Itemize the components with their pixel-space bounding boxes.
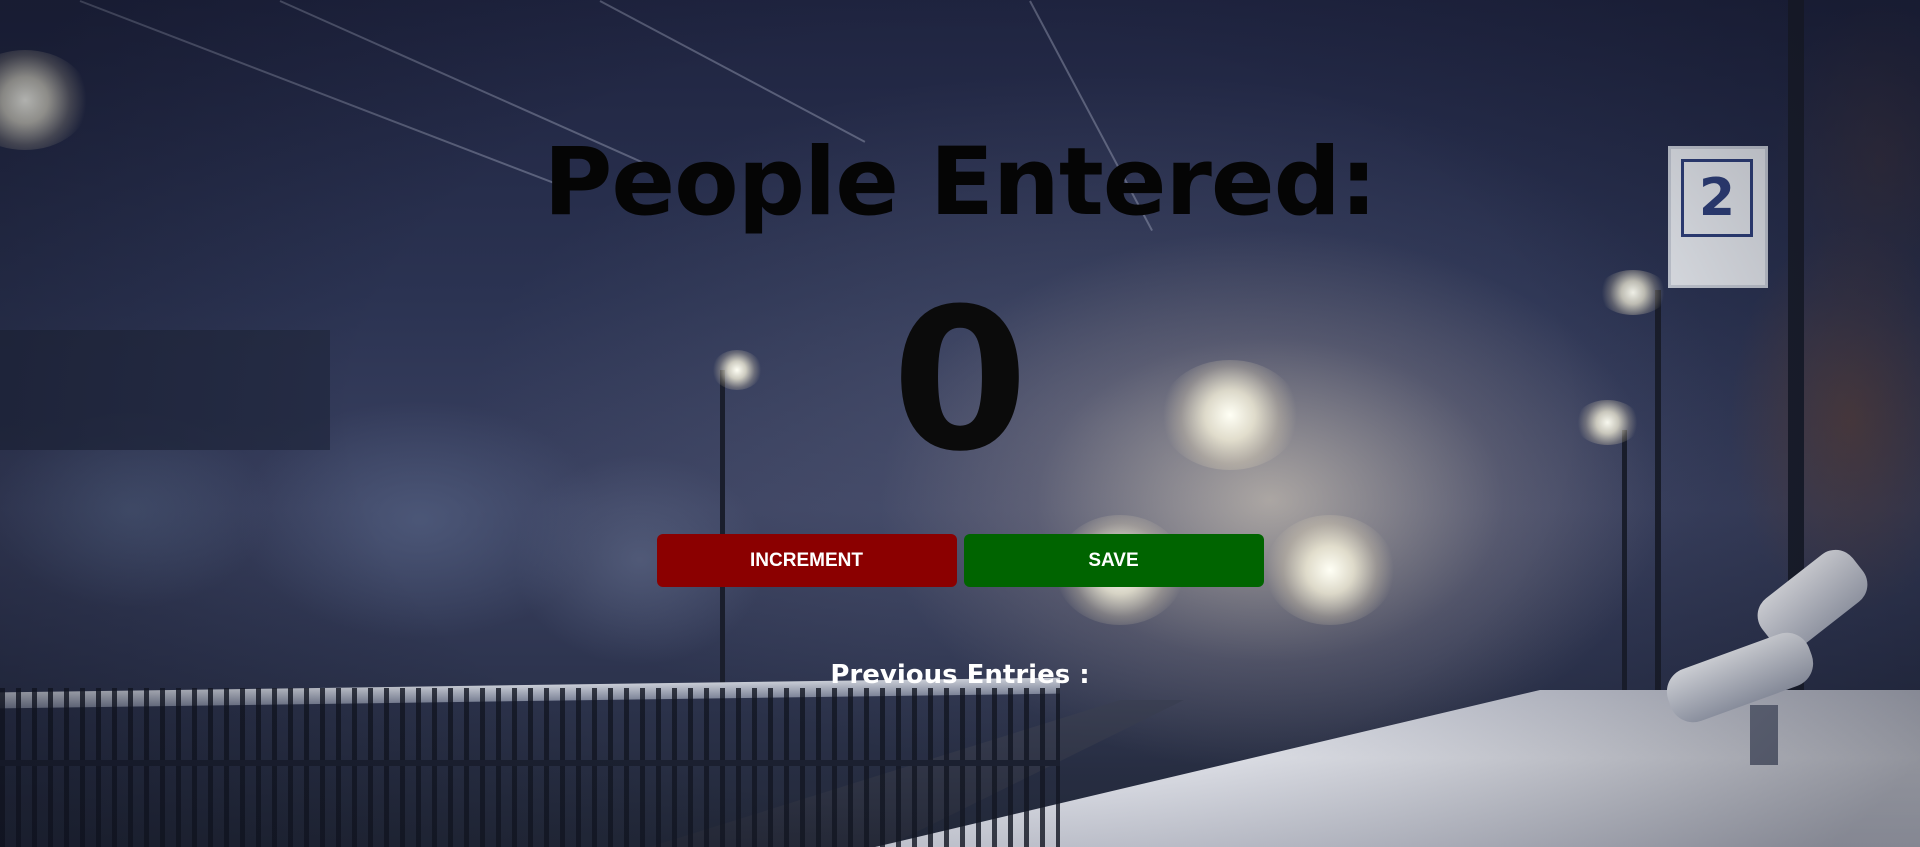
- counter-app: People Entered: 0 INCREMENT SAVE Previou…: [0, 0, 1920, 847]
- button-row: INCREMENT SAVE: [656, 534, 1264, 587]
- page-title: People Entered:: [543, 128, 1377, 237]
- previous-entries-label: Previous Entries :: [830, 660, 1090, 690]
- save-button[interactable]: SAVE: [963, 534, 1264, 587]
- people-count: 0: [891, 267, 1029, 495]
- increment-button[interactable]: INCREMENT: [656, 534, 957, 587]
